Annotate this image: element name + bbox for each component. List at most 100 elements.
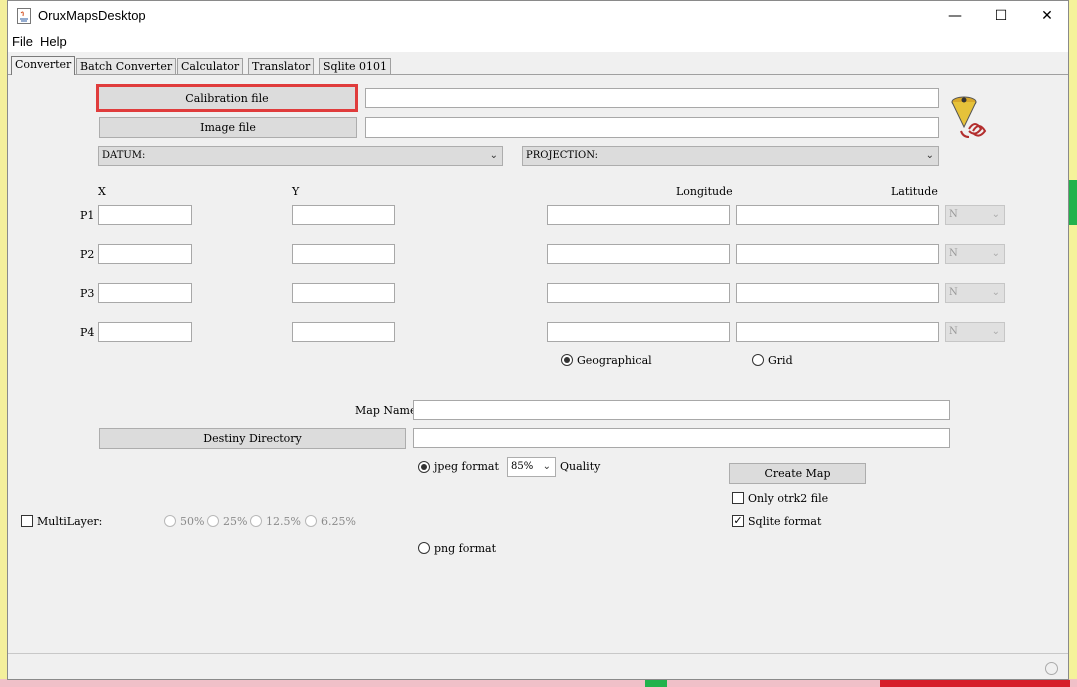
p3-latitude-field[interactable] <box>736 283 939 303</box>
background-map-right <box>1068 0 1077 687</box>
tab-bar: Converter Batch Converter Calculator Tra… <box>8 52 1068 75</box>
chevron-down-icon: ⌄ <box>542 461 551 472</box>
jpeg-format-label: jpeg format <box>434 460 499 473</box>
background-map-green-area-right <box>1069 180 1077 225</box>
p4-longitude-field[interactable] <box>547 322 730 342</box>
title-bar: OruxMapsDesktop — ☐ ✕ <box>8 1 1068 31</box>
multilayer-25-radio[interactable] <box>207 515 219 527</box>
projection-combo-label: PROJECTION: <box>526 150 598 161</box>
chevron-down-icon: ⌄ <box>991 287 1000 298</box>
sqlite-format-checkbox[interactable]: ✓ <box>732 515 744 527</box>
p4-x-field[interactable] <box>98 322 192 342</box>
multilayer-label: MultiLayer: <box>37 515 103 528</box>
multilayer-25-label: 25% <box>223 515 248 528</box>
only-otrk2-label: Only otrk2 file <box>748 492 829 505</box>
quality-label: Quality <box>560 460 601 473</box>
menu-help[interactable]: Help <box>40 34 67 49</box>
tab-batch-converter[interactable]: Batch Converter <box>76 58 177 74</box>
p1-y-field[interactable] <box>292 205 395 225</box>
column-latitude-label: Latitude <box>891 185 938 198</box>
p2-longitude-field[interactable] <box>547 244 730 264</box>
java-app-icon <box>17 8 31 24</box>
point-label-p4: P4 <box>80 326 95 339</box>
multilayer-12-5-radio[interactable] <box>250 515 262 527</box>
multilayer-6-25-radio[interactable] <box>305 515 317 527</box>
status-indicator-icon <box>1045 662 1058 675</box>
chevron-down-icon: ⌄ <box>991 209 1000 220</box>
jpeg-format-radio[interactable] <box>418 461 430 473</box>
image-file-button[interactable]: Image file <box>99 117 357 138</box>
oruxmaps-logo-icon <box>951 96 987 138</box>
map-name-field[interactable] <box>413 400 950 420</box>
projection-combo[interactable]: PROJECTION: ⌄ <box>522 146 939 166</box>
create-map-button[interactable]: Create Map <box>729 463 866 484</box>
chevron-down-icon: ⌄ <box>991 248 1000 259</box>
tab-converter[interactable]: Converter <box>11 56 76 75</box>
p3-longitude-field[interactable] <box>547 283 730 303</box>
only-otrk2-checkbox[interactable] <box>732 492 744 504</box>
background-map-green-area <box>645 680 667 687</box>
multilayer-12-5-label: 12.5% <box>266 515 301 528</box>
quality-combo[interactable]: 85% ⌄ <box>507 457 556 477</box>
p2-x-field[interactable] <box>98 244 192 264</box>
column-y-label: Y <box>292 185 300 198</box>
app-window: OruxMapsDesktop — ☐ ✕ File Help Converte… <box>7 0 1069 680</box>
chevron-down-icon: ⌄ <box>925 150 934 161</box>
point-label-p1: P1 <box>80 209 95 222</box>
sqlite-format-label: Sqlite format <box>748 515 822 528</box>
point-label-p2: P2 <box>80 248 95 261</box>
p1-hemisphere-combo[interactable]: N ⌄ <box>945 205 1005 225</box>
png-format-label: png format <box>434 542 497 555</box>
png-format-radio[interactable] <box>418 542 430 554</box>
tab-sqlite[interactable]: Sqlite 0101 <box>319 58 392 74</box>
menu-bar: File Help <box>8 31 1068 52</box>
quality-value: 85% <box>511 461 534 472</box>
column-longitude-label: Longitude <box>676 185 733 198</box>
p3-hemisphere-combo[interactable]: N ⌄ <box>945 283 1005 303</box>
tab-translator[interactable]: Translator <box>248 58 315 74</box>
menu-file[interactable]: File <box>12 34 33 49</box>
p4-latitude-field[interactable] <box>736 322 939 342</box>
multilayer-6-25-label: 6.25% <box>321 515 356 528</box>
close-button[interactable]: ✕ <box>1024 1 1070 31</box>
maximize-button[interactable]: ☐ <box>978 1 1024 31</box>
multilayer-50-radio[interactable] <box>164 515 176 527</box>
chevron-down-icon: ⌄ <box>489 150 498 161</box>
p1-latitude-field[interactable] <box>736 205 939 225</box>
grid-label: Grid <box>768 354 793 367</box>
chevron-down-icon: ⌄ <box>991 326 1000 337</box>
multilayer-50-label: 50% <box>180 515 205 528</box>
minimize-button[interactable]: — <box>932 1 978 31</box>
destiny-directory-field[interactable] <box>413 428 950 448</box>
p1-x-field[interactable] <box>98 205 192 225</box>
p1-longitude-field[interactable] <box>547 205 730 225</box>
p4-y-field[interactable] <box>292 322 395 342</box>
status-bar <box>8 653 1068 681</box>
p1-hemisphere-value: N <box>949 209 958 220</box>
tab-calculator[interactable]: Calculator <box>177 58 244 74</box>
calibration-file-field[interactable] <box>365 88 939 108</box>
p2-hemisphere-combo[interactable]: N ⌄ <box>945 244 1005 264</box>
image-file-field[interactable] <box>365 117 939 138</box>
p3-hemisphere-value: N <box>949 287 958 298</box>
geographical-label: Geographical <box>577 354 652 367</box>
grid-radio[interactable] <box>752 354 764 366</box>
column-x-label: X <box>98 185 106 198</box>
background-map-red-area <box>880 680 1070 687</box>
p2-latitude-field[interactable] <box>736 244 939 264</box>
p3-y-field[interactable] <box>292 283 395 303</box>
datum-combo-label: DATUM: <box>102 150 146 161</box>
multilayer-checkbox[interactable] <box>21 515 33 527</box>
p4-hemisphere-value: N <box>949 326 958 337</box>
calibration-file-button[interactable]: Calibration file <box>96 84 358 112</box>
datum-combo[interactable]: DATUM: ⌄ <box>98 146 503 166</box>
point-label-p3: P3 <box>80 287 95 300</box>
geographical-radio[interactable] <box>561 354 573 366</box>
p3-x-field[interactable] <box>98 283 192 303</box>
window-title: OruxMapsDesktop <box>38 8 146 23</box>
destiny-directory-button[interactable]: Destiny Directory <box>99 428 406 449</box>
map-name-label: Map Name <box>355 404 417 417</box>
p2-y-field[interactable] <box>292 244 395 264</box>
p4-hemisphere-combo[interactable]: N ⌄ <box>945 322 1005 342</box>
p2-hemisphere-value: N <box>949 248 958 259</box>
